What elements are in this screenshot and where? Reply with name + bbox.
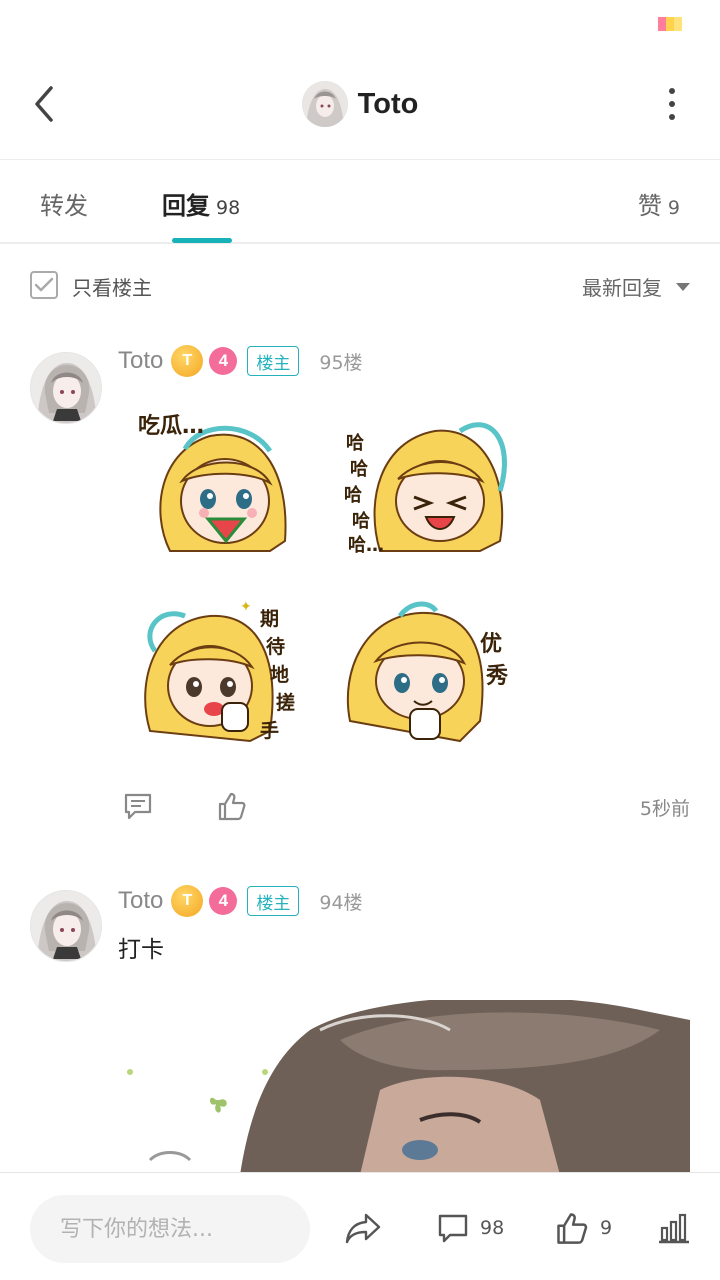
svg-text:手: 手: [260, 719, 279, 742]
reply-time: 5秒前: [639, 798, 690, 820]
sort-label: 最新回复: [582, 276, 662, 300]
svg-text:哈: 哈: [344, 484, 362, 506]
thumbs-up-icon: [218, 792, 246, 821]
svg-text:吃瓜…: 吃瓜…: [138, 413, 204, 439]
coin-badge-icon: T: [171, 885, 204, 917]
active-tab-indicator: [172, 238, 232, 243]
dropdown-caret-icon: [676, 282, 690, 291]
sticker-excellent[interactable]: 优 秀: [340, 591, 520, 761]
header-title: Toto: [357, 87, 419, 120]
svg-text:待: 待: [266, 635, 285, 658]
svg-text:哈: 哈: [346, 432, 364, 454]
reply-item: Toto T 4 楼主 94楼 打卡: [0, 872, 720, 1175]
tab-like-count: 9: [667, 197, 680, 219]
share-arrow-icon: [345, 1213, 381, 1244]
coin-badge-icon: T: [171, 345, 204, 377]
tab-reply-label: 回复: [162, 192, 210, 220]
reply-comment-button[interactable]: [118, 786, 158, 826]
like-button[interactable]: 9: [554, 1203, 612, 1253]
tab-reply-count: 98: [216, 197, 241, 219]
svg-text:✦: ✦: [240, 599, 252, 615]
stats-button[interactable]: [656, 1203, 692, 1253]
floor-number: 95楼: [319, 351, 363, 374]
comment-icon: [438, 1214, 468, 1243]
level-badge: 4: [209, 347, 238, 375]
tab-repost[interactable]: 转发: [40, 186, 88, 221]
comment-input[interactable]: [30, 1195, 310, 1263]
comment-icon: [124, 793, 152, 820]
more-button[interactable]: [660, 84, 684, 124]
status-indicator-icon: [658, 17, 682, 31]
reply-image[interactable]: [120, 1000, 690, 1175]
bottom-action-bar: 98 9: [0, 1172, 720, 1280]
reply-text: 打卡: [118, 937, 164, 963]
username[interactable]: Toto: [118, 887, 163, 915]
status-bar: [0, 0, 720, 48]
reply-meta: Toto T 4 楼主 94楼: [118, 884, 363, 918]
svg-text:期: 期: [260, 608, 279, 630]
tab-like-label: 赞: [637, 192, 662, 220]
tab-bar: 转发 回复 98 赞9: [0, 160, 720, 244]
tab-reply[interactable]: 回复 98: [162, 186, 240, 221]
reply-meta: Toto T 4 楼主 95楼: [118, 344, 363, 378]
username[interactable]: Toto: [118, 347, 163, 375]
svg-text:哈…: 哈…: [348, 534, 384, 556]
svg-text:秀: 秀: [485, 664, 508, 689]
svg-text:搓: 搓: [276, 691, 295, 714]
app-screen: Toto 转发 回复 98 赞9 只看楼主 最新回复 Toto T 4 楼主 9…: [0, 0, 720, 1280]
bar-chart-icon: [659, 1213, 689, 1244]
svg-text:哈: 哈: [350, 458, 368, 480]
more-vertical-icon: [669, 88, 675, 94]
header-user[interactable]: Toto: [0, 78, 720, 130]
op-badge: 楼主: [247, 346, 300, 376]
sticker-laughing[interactable]: 哈 哈 哈 哈 哈…: [340, 401, 520, 571]
like-count: 9: [600, 1217, 613, 1239]
comments-count: 98: [480, 1217, 505, 1239]
tab-repost-label: 转发: [40, 192, 88, 220]
svg-text:优: 优: [480, 631, 502, 657]
header-avatar[interactable]: [301, 81, 348, 127]
svg-text:地: 地: [270, 663, 289, 686]
avatar[interactable]: [30, 352, 102, 424]
level-badge: 4: [209, 887, 238, 915]
sticker-grid: 吃瓜… 哈 哈 哈 哈 哈… 期 待 地 搓 手 ✦ 优 秀: [130, 401, 530, 761]
avatar[interactable]: [30, 890, 102, 962]
share-button[interactable]: [344, 1203, 382, 1253]
reply-like-button[interactable]: [212, 786, 252, 826]
svg-text:哈: 哈: [352, 510, 370, 532]
reply-item: Toto T 4 楼主 95楼 吃瓜… 哈 哈 哈 哈 哈… 期 待 地 搓 手…: [0, 336, 720, 856]
comments-button[interactable]: 98: [436, 1203, 504, 1253]
check-icon: [34, 277, 54, 292]
top-header: Toto: [0, 48, 720, 160]
sort-dropdown[interactable]: 最新回复: [582, 272, 690, 301]
floor-number: 94楼: [319, 891, 363, 914]
tab-like[interactable]: 赞9: [638, 186, 680, 221]
filter-row: 只看楼主 最新回复: [0, 246, 720, 324]
only-op-label[interactable]: 只看楼主: [72, 272, 152, 301]
sticker-rubbing-hands[interactable]: 期 待 地 搓 手 ✦: [130, 591, 310, 761]
thumbs-up-icon: [557, 1213, 588, 1244]
sticker-eating-melon[interactable]: 吃瓜…: [130, 401, 310, 571]
reply-actions: 5秒前: [118, 786, 690, 826]
only-op-checkbox[interactable]: [30, 271, 58, 299]
op-badge: 楼主: [247, 886, 300, 916]
